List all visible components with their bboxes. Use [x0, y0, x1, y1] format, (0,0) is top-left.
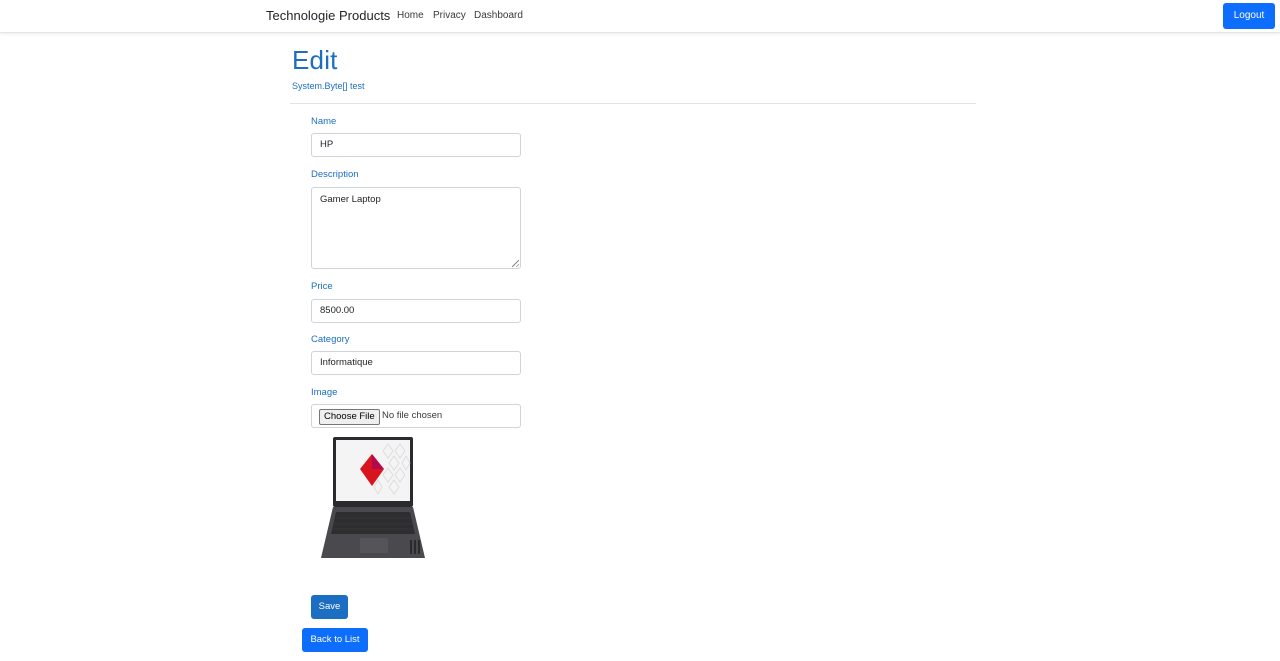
page-subtitle: System.Byte[] test	[292, 81, 365, 91]
resize-grip-icon[interactable]	[512, 260, 519, 267]
divider	[290, 103, 976, 104]
save-button[interactable]: Save	[311, 595, 348, 619]
nav-link-privacy[interactable]: Privacy	[433, 10, 466, 21]
page-title: Edit	[292, 45, 338, 75]
description-textarea[interactable]: Gamer Laptop	[311, 187, 521, 269]
laptop-product-image	[321, 437, 425, 558]
price-input[interactable]: 8500.00	[311, 299, 521, 323]
choose-file-button[interactable]: Choose File	[319, 409, 380, 425]
category-input[interactable]: Informatique	[311, 351, 521, 375]
name-label: Name	[311, 116, 337, 127]
name-input[interactable]: HP	[311, 133, 521, 157]
image-label: Image	[311, 387, 338, 398]
brand-link[interactable]: Technologie Products	[266, 8, 390, 23]
file-status: No file chosen	[382, 410, 443, 421]
description-value: Gamer Laptop	[320, 194, 381, 205]
touchpad	[360, 538, 388, 553]
top-navbar: Technologie Products Home Privacy Dashbo…	[0, 0, 1280, 33]
price-label: Price	[311, 281, 333, 292]
nav-link-dashboard[interactable]: Dashboard	[474, 10, 523, 21]
image-file-input[interactable]: Choose File No file chosen	[311, 404, 521, 428]
nav-link-home[interactable]: Home	[397, 10, 424, 21]
keyboard	[331, 512, 415, 534]
logout-button[interactable]: Logout	[1223, 3, 1275, 29]
description-label: Description	[311, 169, 359, 180]
category-label: Category	[311, 334, 350, 345]
back-to-list-button[interactable]: Back to List	[302, 628, 368, 652]
